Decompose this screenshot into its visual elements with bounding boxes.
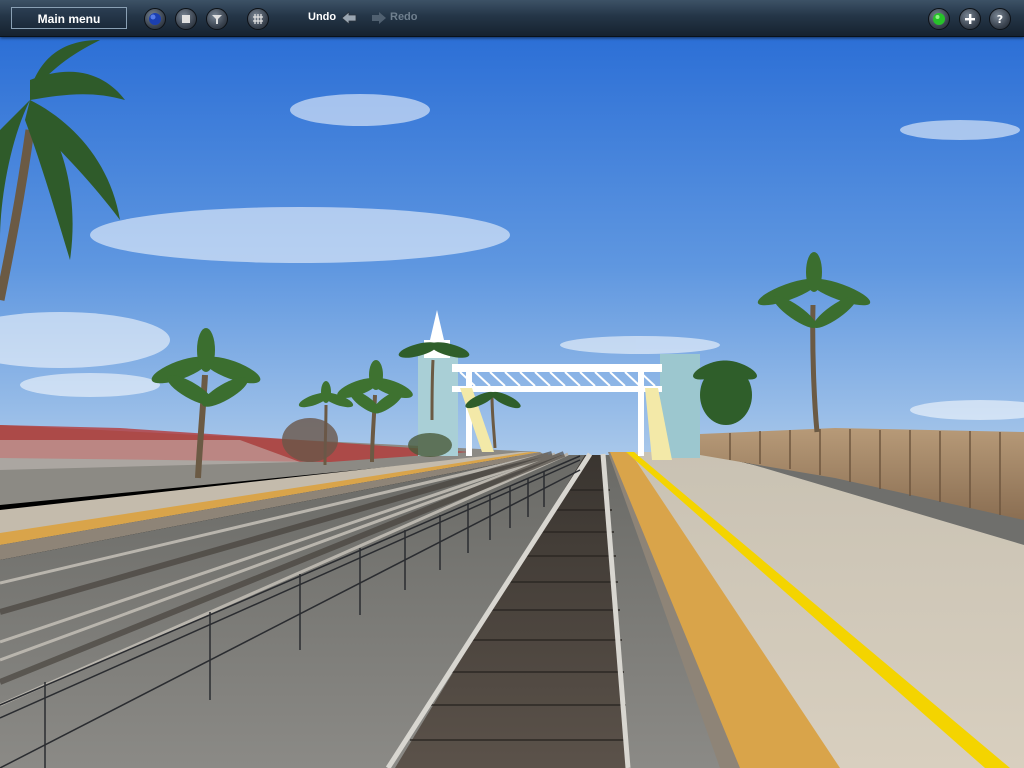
globe-button[interactable] — [144, 8, 166, 30]
globe-icon — [149, 13, 161, 25]
status-light-button[interactable] — [928, 8, 950, 30]
svg-text:?: ? — [997, 13, 1003, 26]
stop-button[interactable] — [175, 8, 197, 30]
undo-arrow-icon[interactable] — [341, 10, 357, 26]
main-menu-button[interactable]: Main menu — [11, 7, 127, 29]
grid-icon — [253, 14, 263, 24]
status-light-icon — [933, 13, 945, 25]
redo-arrow-icon[interactable] — [371, 10, 387, 26]
filter-icon — [212, 15, 222, 24]
filter-button[interactable] — [206, 8, 228, 30]
top-toolbar: Main menu Undo Redo ? — [0, 0, 1024, 37]
plus-icon — [965, 14, 975, 24]
undo-button[interactable]: Undo — [308, 11, 336, 23]
redo-button[interactable]: Redo — [390, 11, 418, 23]
help-button[interactable]: ? — [989, 8, 1011, 30]
game-viewport: Main menu Undo Redo ? — [0, 0, 1024, 768]
help-icon: ? — [997, 13, 1003, 26]
grid-button[interactable] — [247, 8, 269, 30]
railway-station-scene[interactable] — [0, 0, 1024, 768]
plus-button[interactable] — [959, 8, 981, 30]
stop-icon — [182, 15, 190, 23]
